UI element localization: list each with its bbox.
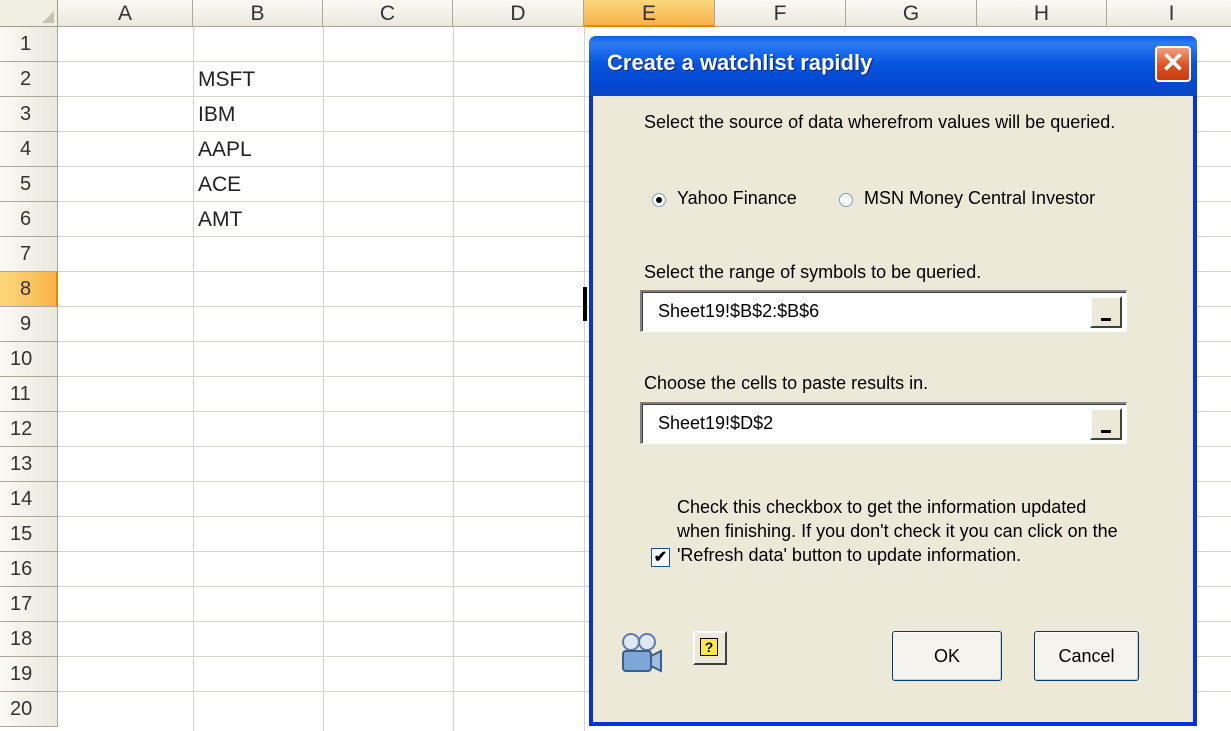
grid-line (193, 27, 194, 731)
paste-cells-value: Sheet19!$D$2 (658, 413, 774, 433)
row-header-19[interactable]: 19 (0, 657, 58, 692)
row-header-5[interactable]: 5 (0, 167, 58, 202)
grid-line (323, 27, 324, 731)
ok-button[interactable]: OK (892, 631, 1002, 681)
select-all-corner[interactable] (0, 0, 58, 27)
cell-b6[interactable]: AMT (198, 202, 242, 237)
column-header-e[interactable]: E (584, 0, 715, 27)
help-button[interactable]: ? (693, 631, 727, 665)
row-header-11[interactable]: 11 (0, 377, 58, 412)
cell-b3[interactable]: IBM (198, 97, 235, 132)
close-icon: ✕ (1161, 47, 1185, 78)
cell-b2[interactable]: MSFT (198, 62, 255, 97)
row-header-7[interactable]: 7 (0, 237, 58, 272)
row-header-8[interactable]: 8 (0, 272, 58, 307)
cell-b5[interactable]: ACE (198, 167, 241, 202)
close-button[interactable]: ✕ (1155, 46, 1191, 82)
row-header-10[interactable]: 10 (0, 342, 58, 377)
row-header-20[interactable]: 20 (0, 692, 58, 727)
range-select-icon[interactable] (1090, 296, 1122, 328)
row-header-2[interactable]: 2 (0, 62, 58, 97)
row-header-12[interactable]: 12 (0, 412, 58, 447)
row-header-13[interactable]: 13 (0, 447, 58, 482)
column-header-f[interactable]: F (715, 0, 846, 27)
column-header-h[interactable]: H (977, 0, 1107, 27)
row-header-9[interactable]: 9 (0, 307, 58, 342)
range-select-icon[interactable] (1090, 408, 1122, 440)
column-header-g[interactable]: G (846, 0, 977, 27)
source-label: Select the source of data wherefrom valu… (644, 112, 1116, 132)
update-checkbox-label[interactable]: Check this checkbox to get the informati… (677, 495, 1127, 567)
help-icon: ? (700, 638, 718, 656)
cancel-button[interactable]: Cancel (1034, 631, 1139, 681)
symbol-range-value: Sheet19!$B$2:$B$6 (658, 301, 820, 321)
column-header-c[interactable]: C (323, 0, 453, 27)
row-header-16[interactable]: 16 (0, 552, 58, 587)
row-header-17[interactable]: 17 (0, 587, 58, 622)
dialog-titlebar[interactable]: Create a watchlist rapidly ✕ (589, 36, 1197, 96)
grid-line (584, 27, 585, 731)
grid-line (453, 27, 454, 731)
row-header-4[interactable]: 4 (0, 132, 58, 167)
column-header-d[interactable]: D (453, 0, 584, 27)
update-checkbox[interactable]: ✔ (651, 548, 670, 567)
active-cell-indicator (583, 287, 587, 321)
column-header-i[interactable]: I (1107, 0, 1231, 27)
symbol-range-field[interactable]: Sheet19!$B$2:$B$6 (640, 290, 1127, 332)
column-header-a[interactable]: A (58, 0, 193, 27)
radio-msn-money[interactable] (839, 193, 853, 207)
paste-label: Choose the cells to paste results in. (644, 373, 929, 393)
column-header-b[interactable]: B (193, 0, 323, 27)
cell-b4[interactable]: AAPL (198, 132, 252, 167)
row-header-1[interactable]: 1 (0, 27, 58, 62)
radio-msn-money-label[interactable]: MSN Money Central Investor (864, 186, 1095, 210)
radio-yahoo-finance[interactable] (652, 193, 666, 207)
paste-cells-field[interactable]: Sheet19!$D$2 (640, 402, 1127, 444)
watchlist-dialog: Create a watchlist rapidly ✕ Select the … (589, 36, 1197, 726)
row-header-15[interactable]: 15 (0, 517, 58, 552)
row-header-18[interactable]: 18 (0, 622, 58, 657)
radio-yahoo-finance-label[interactable]: Yahoo Finance (677, 186, 797, 210)
row-header-6[interactable]: 6 (0, 202, 58, 237)
dialog-body: Select the source of data wherefrom valu… (593, 96, 1193, 722)
video-camera-icon[interactable] (619, 630, 663, 678)
dialog-title: Create a watchlist rapidly (607, 50, 873, 75)
row-header-14[interactable]: 14 (0, 482, 58, 517)
row-header-3[interactable]: 3 (0, 97, 58, 132)
range-label: Select the range of symbols to be querie… (644, 262, 982, 282)
